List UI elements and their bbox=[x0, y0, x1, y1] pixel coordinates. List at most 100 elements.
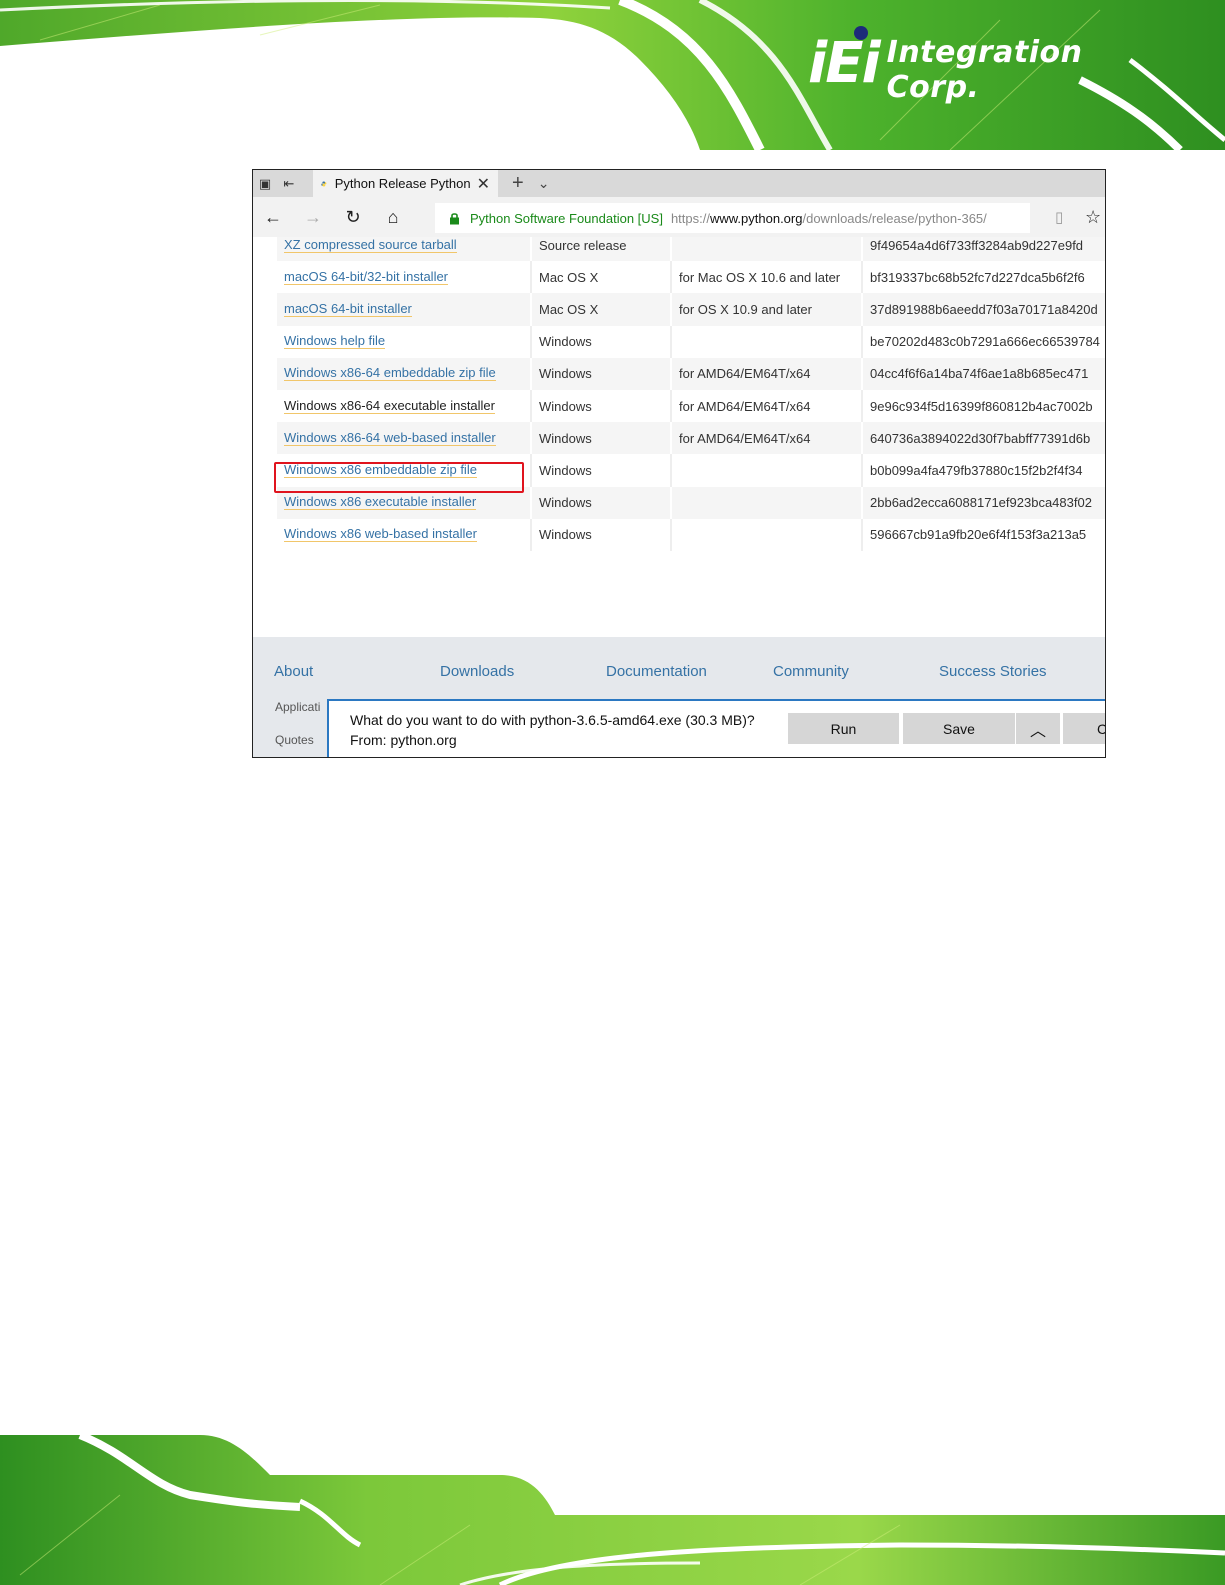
md5-cell: be70202d483c0b7291a666ec66539784 bbox=[870, 334, 1100, 350]
footer-sub-quotes[interactable]: Quotes bbox=[275, 733, 314, 747]
table-cell: Windows x86 web-based installer bbox=[277, 519, 530, 551]
md5-cell: bf319337bc68b52fc7d227dca5b6f2f6 bbox=[870, 269, 1085, 285]
file-link[interactable]: Windows help file bbox=[284, 334, 386, 350]
os-cell: Source release bbox=[539, 237, 627, 253]
table-cell bbox=[670, 325, 861, 358]
tab-title: Python Release Python bbox=[334, 176, 471, 191]
md5-cell: 9f49654a4d6f733ff3284ab9d227e9fd bbox=[870, 237, 1084, 253]
footer-link-downloads[interactable]: Downloads bbox=[440, 663, 514, 680]
tabs-aside-icon[interactable]: ⇤ bbox=[277, 170, 301, 197]
description-cell: for AMD64/EM64T/x64 bbox=[679, 398, 811, 414]
table-row: Windows x86-64 web-based installer Window… bbox=[277, 422, 1105, 455]
site-identity: Python Software Foundation [US] bbox=[470, 210, 663, 226]
file-link[interactable]: XZ compressed source tarball bbox=[284, 237, 457, 253]
md5-cell: b0b099a4fa479fb37880c15f2b2f4f34 bbox=[870, 462, 1083, 478]
cancel-button[interactable]: C bbox=[1063, 713, 1105, 744]
footer-link-about[interactable]: About bbox=[274, 663, 313, 680]
table-cell: Mac OS X bbox=[530, 293, 670, 326]
footer-link-success-stories[interactable]: Success Stories bbox=[939, 663, 1047, 680]
file-link[interactable]: Windows x86 web-based installer bbox=[284, 527, 477, 543]
table-cell: for AMD64/EM64T/x64 bbox=[670, 357, 861, 390]
table-cell: 04cc4f6f6a14ba74f6ae1a8b685ec471 bbox=[861, 357, 1105, 390]
refresh-icon[interactable]: ↻ bbox=[333, 197, 373, 237]
reading-view-icon[interactable]: ▯ bbox=[1055, 197, 1063, 237]
url-host: www.python.org bbox=[709, 210, 803, 226]
table-row: Windows x86-64 embeddable zip file Window… bbox=[277, 357, 1105, 390]
table-cell: macOS 64-bit/32-bit installer bbox=[277, 261, 530, 293]
table-row: Windows help file Windows be70202d483c0b72… bbox=[277, 325, 1105, 358]
logo-mark: iEi bbox=[808, 31, 881, 96]
python-favicon-icon bbox=[321, 180, 327, 187]
file-link[interactable]: Windows x86-64 executable installer bbox=[284, 398, 495, 414]
home-icon[interactable]: ⌂ bbox=[373, 197, 413, 237]
os-cell: Mac OS X bbox=[539, 269, 599, 285]
table-cell: XZ compressed source tarball bbox=[277, 237, 530, 261]
lock-icon bbox=[450, 212, 459, 224]
tab-close-icon[interactable]: ✕ bbox=[477, 174, 490, 194]
table-cell: Windows bbox=[530, 422, 670, 455]
footer-decoration bbox=[0, 1435, 1225, 1585]
table-cell: Windows x86-64 embeddable zip file bbox=[277, 358, 530, 390]
download-notification-bar: What do you want to do with python-3.6.5… bbox=[327, 699, 1105, 757]
save-button[interactable]: Save bbox=[903, 713, 1015, 744]
downloads-table: XZ compressed source tarball Source relea… bbox=[277, 237, 1105, 551]
page-content: XZ compressed source tarball Source relea… bbox=[253, 237, 1105, 637]
table-cell: 37d891988b6aeedd7f03a70171a8420d bbox=[861, 293, 1105, 326]
tab-preview-icon[interactable]: ▣ bbox=[253, 170, 277, 197]
table-row: macOS 64-bit installer Mac OS X for OS X 1… bbox=[277, 293, 1105, 326]
footer-link-community[interactable]: Community bbox=[773, 663, 849, 680]
os-cell: Windows bbox=[539, 366, 592, 382]
description-cell: for Mac OS X 10.6 and later bbox=[679, 269, 841, 285]
os-cell: Mac OS X bbox=[539, 301, 599, 317]
footer-link-documentation[interactable]: Documentation bbox=[606, 663, 707, 680]
address-bar: ← → ↻ ⌂ Python Software Foundation [US] … bbox=[253, 197, 1105, 237]
tab-list-chevron-icon[interactable]: ⌄ bbox=[538, 175, 550, 192]
table-cell: for Mac OS X 10.6 and later bbox=[670, 261, 861, 294]
table-row: macOS 64-bit/32-bit installer Mac OS X for… bbox=[277, 261, 1105, 294]
table-cell: Windows x86-64 executable installer bbox=[277, 390, 530, 422]
table-cell: b0b099a4fa479fb37880c15f2b2f4f34 bbox=[861, 454, 1105, 487]
table-cell: Windows bbox=[530, 518, 670, 551]
footer-nav: About Downloads Documentation Community … bbox=[253, 663, 1105, 685]
forward-arrow-icon[interactable]: → bbox=[293, 197, 333, 237]
logo-text: Integration Corp. bbox=[886, 35, 1083, 105]
url-field[interactable]: Python Software Foundation [US] https://… bbox=[435, 203, 1030, 233]
table-cell: Windows x86-64 web-based installer bbox=[277, 422, 530, 454]
run-button[interactable]: Run bbox=[788, 713, 899, 744]
company-logo: iEi Integration Corp. bbox=[808, 26, 1178, 105]
table-cell: Windows bbox=[530, 325, 670, 358]
table-cell: 2bb6ad2ecca6088171ef923bca483f02 bbox=[861, 486, 1105, 519]
back-arrow-icon[interactable]: ← bbox=[253, 197, 293, 237]
file-link[interactable]: macOS 64-bit/32-bit installer bbox=[284, 269, 449, 285]
file-link[interactable]: Windows x86-64 embeddable zip file bbox=[284, 366, 496, 382]
md5-cell: 596667cb91a9fb20e6f4f153f3a213a5 bbox=[870, 527, 1087, 543]
table-cell: Windows bbox=[530, 486, 670, 519]
table-cell: for AMD64/EM64T/x64 bbox=[670, 422, 861, 455]
description-cell: for AMD64/EM64T/x64 bbox=[679, 430, 811, 446]
table-cell: Windows help file bbox=[277, 326, 530, 358]
description-cell: for AMD64/EM64T/x64 bbox=[679, 366, 811, 382]
new-tab-icon[interactable]: + bbox=[512, 172, 524, 195]
table-cell: Windows bbox=[530, 389, 670, 423]
browser-tab[interactable]: Python Release Python ✕ bbox=[313, 170, 498, 197]
table-cell: Mac OS X bbox=[530, 261, 670, 294]
file-link[interactable]: Windows x86 executable installer bbox=[284, 495, 477, 511]
save-options-chevron-up-icon[interactable]: ︿ bbox=[1015, 713, 1060, 744]
md5-cell: 04cc4f6f6a14ba74f6ae1a8b685ec471 bbox=[870, 366, 1089, 382]
os-cell: Windows bbox=[539, 398, 592, 414]
download-source: From: python.org bbox=[350, 732, 457, 748]
description-cell: for OS X 10.9 and later bbox=[679, 301, 812, 317]
table-row: Windows x86-64 executable installer Windo… bbox=[277, 389, 1105, 423]
table-cell: bf319337bc68b52fc7d227dca5b6f2f6 bbox=[861, 261, 1105, 294]
footer-sub-applications[interactable]: Applicati bbox=[275, 700, 320, 714]
table-cell: Source release bbox=[530, 237, 670, 262]
file-link[interactable]: Windows x86-64 web-based installer bbox=[284, 430, 496, 446]
md5-cell: 640736a3894022d30f7babff77391d6b bbox=[870, 430, 1091, 446]
browser-window: ▣ ⇤ Python Release Python ✕ + ⌄ ← → ↻ ⌂ … bbox=[252, 169, 1106, 758]
os-cell: Windows bbox=[539, 462, 592, 478]
file-link[interactable]: macOS 64-bit installer bbox=[284, 301, 412, 317]
table-cell: Windows bbox=[530, 357, 670, 390]
md5-cell: 9e96c934f5d16399f860812b4ac7002b bbox=[870, 398, 1093, 414]
os-cell: Windows bbox=[539, 430, 592, 446]
favorite-star-icon[interactable]: ☆ bbox=[1085, 197, 1101, 237]
